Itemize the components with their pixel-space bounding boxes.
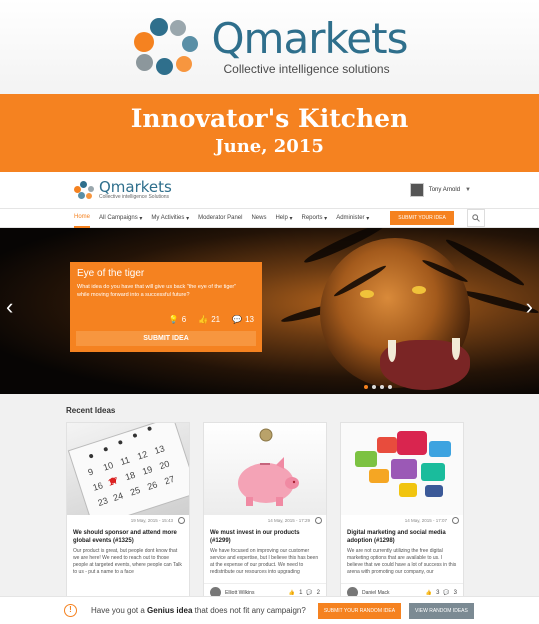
tiger-eye-right <box>412 286 426 294</box>
idea-title[interactable]: Digital marketing and social media adopt… <box>341 527 463 547</box>
carousel-dot[interactable] <box>388 385 392 389</box>
recent-ideas-section: Recent Ideas 910111213 1617181920 <box>0 394 539 624</box>
nav-help-label: Help <box>275 215 288 221</box>
idea-date: 19 May, 2015 - 15:43 <box>130 518 173 523</box>
submit-random-idea-button[interactable]: SUBMIT YOUR RANDOM IDEA <box>317 602 402 619</box>
idea-card[interactable]: 14 May, 2015 - 17:29 We must invest in o… <box>203 422 327 602</box>
idea-card[interactable]: 14 May, 2015 - 17:07 Digital marketing a… <box>340 422 464 602</box>
clock-icon <box>315 517 322 524</box>
brand-name: Qmarkets <box>211 14 409 63</box>
idea-date: 14 May, 2015 - 17:29 <box>267 518 310 523</box>
idea-comments: 3 <box>453 589 457 596</box>
idea-author[interactable]: Daniel Mack <box>362 590 390 596</box>
user-menu[interactable]: Tony Arnold ▼ <box>409 183 471 197</box>
nav-moderator-panel[interactable]: Moderator Panel <box>198 208 242 228</box>
social-media-image <box>341 423 463 515</box>
piggy-bank-image <box>204 423 326 515</box>
idea-card[interactable]: 910111213 1617181920 2324252627 19 May, … <box>66 422 190 602</box>
idea-comments: 2 <box>316 589 320 596</box>
carousel-dot[interactable] <box>372 385 376 389</box>
title-banner: Innovator's Kitchen June, 2015 <box>0 94 539 172</box>
avatar <box>409 183 424 197</box>
hero-title[interactable]: Eye of the tiger <box>77 268 255 279</box>
genius-idea-bar: ! Have you got a Genius idea that does n… <box>0 596 539 624</box>
nav-my-activities-label: My Activities <box>151 215 185 221</box>
idea-likes: 3 <box>436 589 440 596</box>
carousel-indicators <box>364 385 392 389</box>
tiger-eye-left <box>360 290 374 298</box>
chevron-down-icon: ▼ <box>465 187 471 193</box>
genius-text-before: Have you got a <box>91 606 145 615</box>
nav-all-campaigns[interactable]: All Campaigns ▾ <box>99 208 142 228</box>
nav-all-campaigns-label: All Campaigns <box>99 215 138 221</box>
carousel-next-icon[interactable]: › <box>526 294 533 320</box>
comment-icon: 💬 <box>232 315 243 324</box>
site-preview: Qmarkets Collective intelligence Solutio… <box>0 172 539 624</box>
idea-body: We are not currently utilizing the free … <box>347 548 457 575</box>
nav-reports[interactable]: Reports ▾ <box>302 208 328 228</box>
nav-help[interactable]: Help ▾ <box>275 208 292 228</box>
likes-stat: 👍 21 <box>198 315 220 324</box>
nav-home[interactable]: Home <box>74 208 91 228</box>
hero-campaign-card: Eye of the tiger What idea do you have t… <box>70 262 262 352</box>
submit-idea-button[interactable]: SUBMIT YOUR IDEA <box>390 211 454 225</box>
banner-subtitle: June, 2015 <box>215 136 324 157</box>
ideas-stat: 💡 6 <box>169 315 186 324</box>
qmarkets-logo-mark <box>132 18 202 76</box>
comment-icon[interactable]: 💬 <box>306 590 312 596</box>
thumbs-up-icon: 👍 <box>198 315 209 324</box>
likes-count: 21 <box>211 315 221 324</box>
idea-title[interactable]: We should sponsor and attend more global… <box>67 527 189 547</box>
search-icon[interactable] <box>466 209 485 227</box>
clock-icon <box>452 517 459 524</box>
idea-author[interactable]: Elliott Wilkins <box>225 590 254 596</box>
hero-submit-idea-button[interactable]: SUBMIT IDEA <box>76 331 256 346</box>
site-header: Qmarkets Collective intelligence Solutio… <box>0 172 539 208</box>
site-logo[interactable]: Qmarkets Collective intelligence Solutio… <box>74 180 172 200</box>
lightbulb-icon: ! <box>64 604 77 617</box>
user-name: Tony Arnold <box>428 187 461 193</box>
idea-title[interactable]: We must invest in our products (#1299) <box>204 527 326 547</box>
nav-news[interactable]: News <box>251 208 266 228</box>
genius-text-after: that does not fit any campaign? <box>194 606 306 615</box>
thumbs-up-icon[interactable]: 👍 <box>426 590 432 596</box>
carousel-prev-icon[interactable]: ‹ <box>6 294 13 320</box>
carousel-dot[interactable] <box>364 385 368 389</box>
ideas-count: 6 <box>181 315 187 324</box>
hero-description: What idea do you have that will give us … <box>77 284 237 298</box>
genius-text-bold: Genius idea <box>147 606 193 615</box>
hero-stats: 💡 6 👍 21 💬 13 <box>169 315 254 324</box>
idea-body: Our product is great, but people dont kn… <box>73 548 182 575</box>
lightbulb-icon: 💡 <box>168 315 179 324</box>
comments-stat: 💬 13 <box>232 315 254 324</box>
nav-my-activities[interactable]: My Activities ▾ <box>151 208 189 228</box>
nav-administer-label: Administer <box>336 215 365 221</box>
comment-icon[interactable]: 💬 <box>443 590 449 596</box>
nav-reports-label: Reports <box>301 215 323 221</box>
banner-title: Innovator's Kitchen <box>130 104 409 133</box>
clock-icon <box>178 517 185 524</box>
site-logo-tagline: Collective intelligence Solutions <box>99 194 170 200</box>
site-logo-mark <box>74 181 96 199</box>
view-random-ideas-button[interactable]: VIEW RANDOM IDEAS <box>409 602 474 619</box>
idea-body: We have focused on improving our custome… <box>210 548 319 575</box>
main-nav: Home All Campaigns ▾ My Activities ▾ Mod… <box>0 208 539 228</box>
comments-count: 13 <box>245 315 254 324</box>
thumbs-up-icon[interactable]: 👍 <box>289 590 295 596</box>
carousel-dot[interactable] <box>380 385 384 389</box>
recent-ideas-heading: Recent Ideas <box>66 406 116 415</box>
site-logo-name: Qmarkets <box>99 178 172 196</box>
hero-carousel: ‹ › Eye of the tiger What idea do you ha… <box>0 228 539 394</box>
page: Qmarkets Collective intelligence solutio… <box>0 0 539 624</box>
idea-likes: 1 <box>299 589 303 596</box>
nav-administer[interactable]: Administer ▾ <box>336 208 369 228</box>
idea-date: 14 May, 2015 - 17:07 <box>404 518 447 523</box>
brand-header: Qmarkets Collective intelligence solutio… <box>0 0 539 94</box>
brand-tagline: Collective intelligence solutions <box>223 62 390 76</box>
calendar-image: 910111213 1617181920 2324252627 <box>67 423 189 515</box>
